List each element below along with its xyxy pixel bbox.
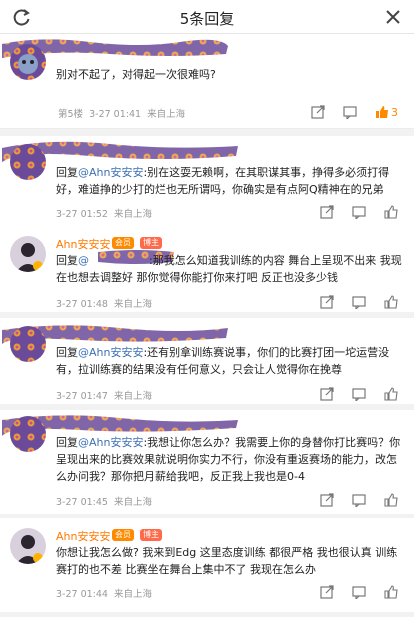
thumbs-up-icon[interactable] bbox=[384, 295, 398, 309]
thumbs-up-icon[interactable] bbox=[384, 585, 398, 599]
comment-text: 回复@Ahn安安安:还有别拿训练赛说事，你们的比赛打团一坨运营没有，拉训练赛的结… bbox=[56, 346, 390, 376]
thumbs-up-icon bbox=[376, 106, 388, 118]
comment-icon[interactable] bbox=[352, 585, 366, 599]
comment-card: Ahn安安安 会员 博主 回复@:那我怎么知道我训练的内容 舞台上呈现不出来 我… bbox=[0, 228, 414, 312]
mention-link[interactable]: @Ahn安安安 bbox=[78, 166, 143, 179]
top-bar: 5条回复 bbox=[0, 0, 414, 34]
close-icon[interactable] bbox=[384, 8, 402, 26]
comment-meta: 3-27 01:45 来自上海 bbox=[56, 497, 153, 508]
blogger-badge: 博主 bbox=[140, 529, 162, 541]
comment-icon[interactable] bbox=[352, 205, 366, 219]
comment-actions bbox=[320, 386, 398, 402]
comment-meta: 3-27 01:44 来自上海 bbox=[56, 589, 153, 600]
comment-meta: 第5楼 3-27 01:41 来自上海 bbox=[58, 109, 186, 120]
avatar[interactable] bbox=[10, 44, 46, 80]
vip-badge: 会员 bbox=[112, 529, 134, 541]
thumbs-up-icon[interactable] bbox=[384, 493, 398, 507]
comment-icon[interactable] bbox=[352, 387, 366, 401]
avatar[interactable] bbox=[10, 416, 46, 452]
share-icon[interactable] bbox=[320, 295, 334, 309]
comment-card: 回复@Ahn安安安:还有别拿训练赛说事，你们的比赛打团一坨运营没有，拉训练赛的结… bbox=[0, 318, 414, 404]
page-title: 5条回复 bbox=[179, 10, 235, 28]
comment-actions bbox=[320, 584, 398, 600]
comment-actions bbox=[320, 204, 398, 220]
user-name[interactable]: Ahn安安安 bbox=[56, 528, 110, 544]
share-icon[interactable] bbox=[320, 387, 334, 401]
mention-link[interactable]: @Ahn安安安 bbox=[78, 346, 143, 359]
comment-text: 回复@Ahn安安安:我想让你怎么办？我需要上你的身替你打比赛吗？你呈现出来的比赛… bbox=[56, 436, 401, 483]
comment-meta: 3-27 01:48 来自上海 bbox=[56, 299, 153, 310]
mention-link[interactable]: @ bbox=[78, 254, 89, 267]
comment-card: 回复@Ahn安安安:别在这耍无赖啊，在其职谋其事，挣得多必须打得好，难道挣的少打… bbox=[0, 136, 414, 228]
mention-link[interactable]: @Ahn安安安 bbox=[78, 436, 143, 449]
avatar[interactable] bbox=[10, 326, 46, 362]
comment-icon[interactable] bbox=[352, 493, 366, 507]
avatar[interactable] bbox=[10, 236, 46, 272]
share-icon[interactable] bbox=[320, 493, 334, 507]
like-count: 3 bbox=[391, 105, 398, 119]
comment-text: 回复@Ahn安安安:别在这耍无赖啊，在其职谋其事，挣得多必须打得好，难道挣的少打… bbox=[56, 166, 390, 196]
thumbs-up-icon[interactable] bbox=[384, 205, 398, 219]
comment-text: 你想让我怎么做? 我来到Edg 这里态度训练 都很严格 我也很认真 训练赛打的也… bbox=[56, 546, 398, 576]
comment-icon[interactable] bbox=[343, 105, 357, 119]
comment-text: 别对不起了，对得起一次很难吗? bbox=[56, 68, 216, 81]
like-button[interactable]: 3 bbox=[375, 105, 398, 119]
comment-icon[interactable] bbox=[352, 295, 366, 309]
avatar[interactable] bbox=[10, 144, 46, 180]
comment-meta: 3-27 01:52 来自上海 bbox=[56, 209, 153, 220]
thumbs-up-icon[interactable] bbox=[384, 387, 398, 401]
comment-text: 回复@:那我怎么知道我训练的内容 舞台上呈现不出来 我现在也想去调整好 那你觉得… bbox=[56, 254, 402, 284]
comment-card: Ahn安安安 会员 博主 你想让我怎么做? 我来到Edg 这里态度训练 都很严格… bbox=[0, 518, 414, 612]
comment-card: 别对不起了，对得起一次很难吗? 第5楼 3-27 01:41 来自上海 3 bbox=[0, 34, 414, 128]
avatar[interactable] bbox=[10, 528, 46, 564]
comment-actions bbox=[320, 492, 398, 508]
comment-meta: 3-27 01:47 来自上海 bbox=[56, 391, 153, 402]
share-icon[interactable] bbox=[320, 205, 334, 219]
comment-actions: 3 bbox=[311, 104, 398, 120]
share-icon[interactable] bbox=[320, 585, 334, 599]
comment-actions bbox=[320, 294, 398, 310]
share-icon[interactable] bbox=[311, 105, 325, 119]
comment-card: 回复@Ahn安安安:我想让你怎么办？我需要上你的身替你打比赛吗？你呈现出来的比赛… bbox=[0, 410, 414, 514]
